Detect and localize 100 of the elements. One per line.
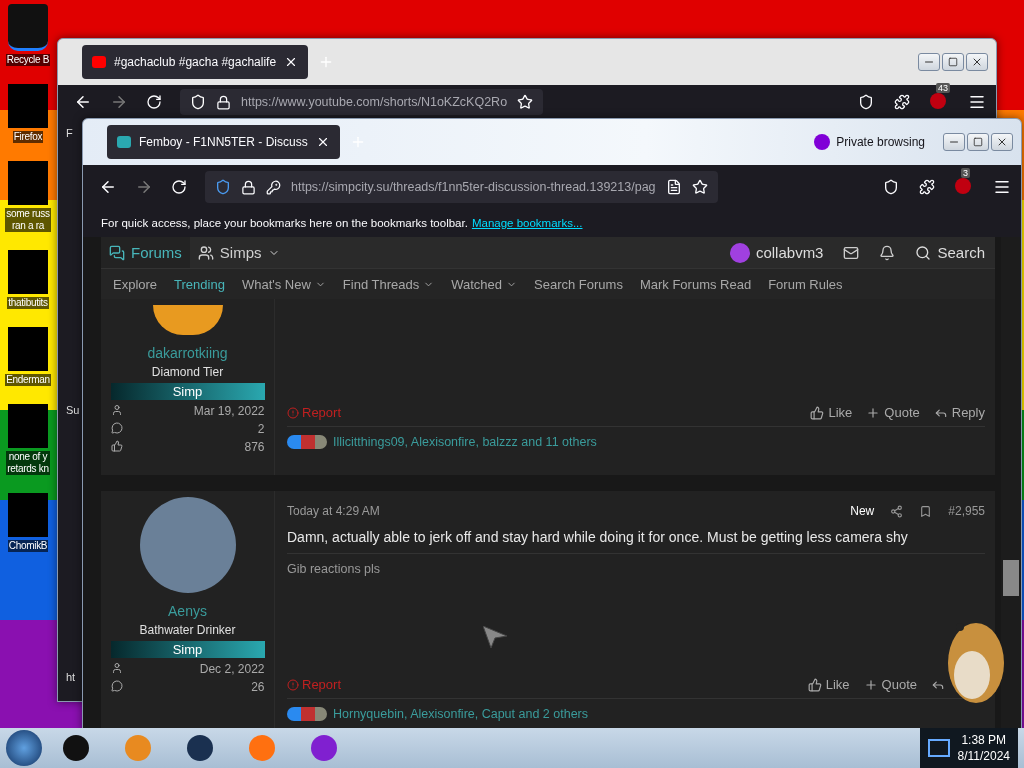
user-title: Diamond Tier xyxy=(151,365,224,379)
post-number[interactable]: #2,955 xyxy=(948,504,985,518)
reactions-list[interactable]: Illicitthings09, Alexisonfire, balzzz and 11 others xyxy=(333,435,597,449)
close-button[interactable] xyxy=(991,133,1013,151)
post-message: Damn, actually able to jerk off and stay hard while doing it for once. Must be getting less camera shy xyxy=(287,529,985,554)
tray-icon[interactable] xyxy=(927,739,950,757)
post-action-link[interactable]: Quote xyxy=(863,677,917,692)
close-button[interactable] xyxy=(966,53,988,71)
bookmark-star-icon[interactable] xyxy=(691,179,708,195)
maximize-button[interactable] xyxy=(942,53,964,71)
manage-bookmarks-link[interactable]: Manage bookmarks... xyxy=(471,217,583,229)
avatar-placeholder xyxy=(152,305,223,335)
subnav-link[interactable]: Watched xyxy=(451,276,518,292)
extensions-icon[interactable] xyxy=(894,94,910,110)
lock-icon[interactable] xyxy=(241,179,256,195)
share-icon[interactable] xyxy=(890,504,904,518)
address-bar[interactable]: https://www.youtube.com/shorts/N1oKZcKQ2Ro xyxy=(180,89,544,115)
close-icon xyxy=(996,136,1008,148)
shield-icon[interactable] xyxy=(190,94,206,110)
plus-icon xyxy=(863,677,878,692)
bookmark-star-icon[interactable] xyxy=(517,94,534,110)
post-action-link[interactable]: Quote xyxy=(866,405,920,420)
back-icon[interactable] xyxy=(74,93,92,111)
key-icon[interactable] xyxy=(266,179,281,195)
message-icon xyxy=(110,680,123,692)
minimize-button[interactable] xyxy=(918,53,940,71)
maximize-button[interactable] xyxy=(967,133,989,151)
bell-icon[interactable] xyxy=(879,244,896,261)
forward-icon[interactable] xyxy=(110,93,128,111)
desktop-icon-label[interactable]: none of y retards kn xyxy=(6,451,50,475)
subnav-link[interactable]: Search Forums xyxy=(534,276,623,292)
menu-icon[interactable] xyxy=(993,178,1011,196)
window-text-fragment: ht xyxy=(66,671,76,683)
subnav-link[interactable]: Forum Rules xyxy=(768,276,843,292)
scrollbar-thumb[interactable] xyxy=(1003,560,1019,596)
mouse-pointer-icon xyxy=(483,626,507,648)
window-text-fragment: Su xyxy=(66,404,80,416)
user-stat: 2 xyxy=(257,422,265,436)
recycle-bin-icon[interactable] xyxy=(8,4,48,51)
alert-icon xyxy=(287,406,299,419)
subnav-link[interactable]: Mark Forums Read xyxy=(639,276,752,292)
desktop-icon-label[interactable]: some russ ran a ra xyxy=(5,208,51,232)
search-icon xyxy=(915,244,932,261)
site-favicon xyxy=(117,136,131,148)
start-button[interactable] xyxy=(6,730,42,766)
user-avatar xyxy=(729,242,750,263)
minimize-button[interactable] xyxy=(943,133,965,151)
desktop-icon-label[interactable]: Firefox xyxy=(12,131,44,143)
taskbar-app-icon[interactable] xyxy=(63,735,89,761)
extensions-icon[interactable] xyxy=(919,179,935,195)
address-bar[interactable]: https://simpcity.su/threads/f1nn5ter-discussion-thread.139213/pag xyxy=(205,171,718,203)
browser-tab[interactable]: Femboy - F1NN5TER - Discuss xyxy=(107,125,340,159)
people-icon xyxy=(197,244,214,261)
rank-banner: Simp xyxy=(110,641,265,658)
private-browsing-label: Private browsing xyxy=(836,135,925,149)
message-icon xyxy=(110,422,123,434)
addon-icon[interactable] xyxy=(955,178,971,194)
reactions-list[interactable]: Hornyquebin, Alexisonfire, Caput and 2 others xyxy=(333,707,589,721)
addon-badge: 43 xyxy=(936,83,950,93)
browser-tab[interactable]: #gachaclub #gacha #gachalife xyxy=(82,45,309,79)
user-stat: 876 xyxy=(244,440,265,454)
thumbs-up-icon xyxy=(810,405,825,420)
user-stat: Dec 2, 2022 xyxy=(199,662,265,676)
post-action-link[interactable]: Reply xyxy=(933,405,985,420)
desktop-icon-label[interactable]: ChomikB xyxy=(7,540,49,552)
subnav-link[interactable]: Find Threads xyxy=(342,276,435,292)
post-action-link[interactable]: Like xyxy=(810,405,853,420)
post-action-link[interactable]: Like xyxy=(807,677,850,692)
subnav-link[interactable]: Trending xyxy=(174,276,225,292)
taskbar-app-icon[interactable] xyxy=(187,735,213,761)
mail-icon[interactable] xyxy=(843,244,860,261)
menu-icon[interactable] xyxy=(968,93,986,111)
back-icon[interactable] xyxy=(99,178,117,196)
nav-tab[interactable]: Simps xyxy=(189,237,288,269)
reader-view-icon[interactable] xyxy=(665,179,682,195)
nav-tab[interactable]: Forums xyxy=(101,237,190,269)
window-text-fragment: F xyxy=(66,127,73,139)
user-icon xyxy=(110,662,123,674)
desktop-icon-label[interactable]: Recycle B xyxy=(5,54,51,66)
forward-icon[interactable] xyxy=(135,178,153,196)
user-menu[interactable]: collabvm3 xyxy=(729,242,824,263)
desktop-icon-label[interactable]: thatibutits xyxy=(7,297,49,309)
scrollbar[interactable] xyxy=(1001,237,1021,731)
bookmark-icon[interactable] xyxy=(919,504,933,518)
plus-icon xyxy=(866,405,881,420)
user-stat: Mar 19, 2022 xyxy=(193,404,265,418)
search-link[interactable]: Search xyxy=(915,244,985,262)
maximize-icon xyxy=(948,57,958,67)
desktop-icon-label[interactable]: Enderman xyxy=(5,374,51,386)
reload-icon[interactable] xyxy=(171,179,187,195)
username[interactable]: dakarrotkiing xyxy=(147,345,228,361)
chat-bubbles-icon xyxy=(109,244,125,261)
subnav-link[interactable]: What's New xyxy=(241,276,326,292)
lock-icon[interactable] xyxy=(216,94,231,110)
post-date: Today at 4:29 AM xyxy=(287,504,380,518)
addon-icon[interactable] xyxy=(930,93,946,109)
thumbs-up-icon xyxy=(110,440,123,452)
reload-icon[interactable] xyxy=(146,94,162,110)
subnav-link[interactable]: Explore xyxy=(113,276,158,292)
username[interactable]: Aenys xyxy=(168,603,207,619)
